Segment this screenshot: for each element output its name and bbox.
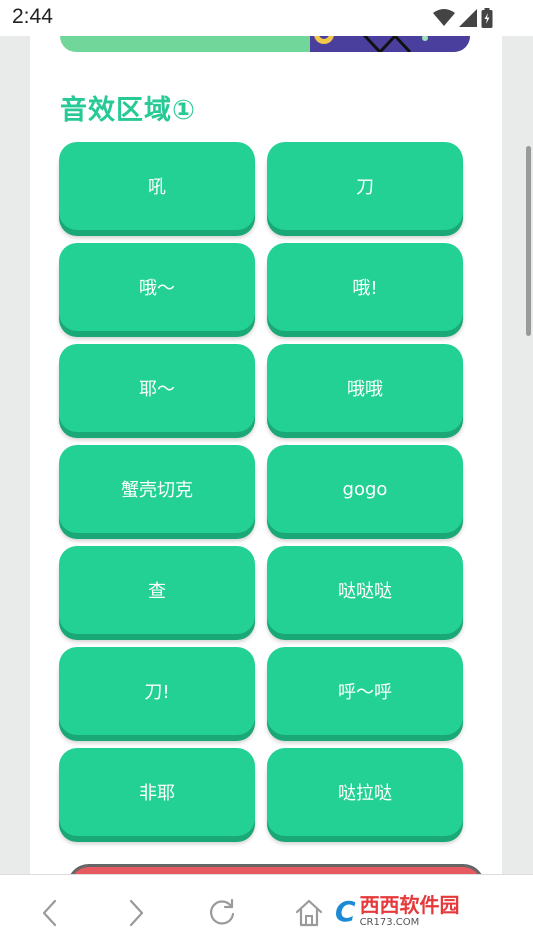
sound-button-label: gogo (342, 478, 388, 500)
sound-button-label: 刀 (356, 177, 374, 198)
banner-illustration (310, 36, 470, 52)
sound-button-label: 哦哦 (347, 379, 383, 400)
sound-button[interactable]: 查 (59, 546, 255, 634)
sound-button-label: 蟹壳切克 (121, 480, 193, 501)
sound-button-label: 哒哒哒 (338, 581, 392, 602)
sound-button-label: 耶～ (139, 379, 175, 400)
reload-button[interactable] (204, 895, 240, 931)
scrollbar-thumb[interactable] (526, 146, 531, 336)
watermark-logo-mark: C (335, 894, 356, 928)
back-icon (42, 899, 57, 927)
sound-button[interactable]: gogo (267, 445, 463, 533)
sound-button-label: 刀! (144, 682, 170, 703)
sound-button[interactable]: 哦! (267, 243, 463, 331)
sound-button[interactable]: 哦～ (59, 243, 255, 331)
sound-button[interactable]: 呼～呼 (267, 647, 463, 735)
sound-button[interactable]: 吼 (59, 142, 255, 230)
page-content: 音效区域① 吼 刀 哦～ 哦! 耶～ 哦哦 蟹壳切克 gogo 查 哒哒哒 刀!… (30, 36, 502, 874)
sound-button[interactable]: 非耶 (59, 748, 255, 836)
sound-button[interactable]: 蟹壳切克 (59, 445, 255, 533)
status-icons (433, 8, 493, 28)
sound-button[interactable]: 刀 (267, 142, 463, 230)
battery-icon (481, 8, 493, 28)
home-button[interactable] (291, 895, 327, 931)
sound-button-label: 呼～呼 (338, 682, 392, 703)
sound-button[interactable]: 哒拉哒 (267, 748, 463, 836)
watermark-text: 西西软件园 CR173.COM (360, 895, 460, 928)
top-banner-image (60, 36, 470, 52)
section-title: 音效区域① (60, 95, 196, 126)
forward-button[interactable] (118, 895, 154, 931)
status-time: 2:44 (12, 5, 53, 28)
sound-button-label: 吼 (148, 177, 166, 198)
browser-nav-bar: C 西西软件园 CR173.COM (0, 874, 533, 948)
scrollbar[interactable] (525, 36, 533, 874)
wifi-icon (433, 9, 455, 26)
home-icon (295, 899, 323, 927)
watermark-logo: C 西西软件园 CR173.COM (335, 885, 515, 937)
sound-button[interactable]: 刀! (59, 647, 255, 735)
sound-button-label: 哦～ (139, 278, 175, 299)
sound-button[interactable]: 哦哦 (267, 344, 463, 432)
sound-button-label: 哒拉哒 (338, 783, 392, 804)
back-button[interactable] (32, 895, 68, 931)
next-section-header (67, 864, 485, 874)
sound-button-label: 非耶 (139, 783, 175, 804)
signal-icon (459, 9, 477, 27)
sound-button[interactable]: 哒哒哒 (267, 546, 463, 634)
watermark-domain: CR173.COM (359, 916, 420, 928)
forward-icon (129, 899, 144, 927)
sound-button[interactable]: 耶～ (59, 344, 255, 432)
watermark-name: 西西软件园 (359, 892, 460, 917)
sound-button-grid: 吼 刀 哦～ 哦! 耶～ 哦哦 蟹壳切克 gogo 查 哒哒哒 刀! 呼～呼 非… (59, 142, 463, 842)
sound-button-label: 哦! (352, 278, 378, 299)
status-bar: 2:44 (0, 0, 533, 36)
reload-icon (210, 898, 235, 925)
sound-button-label: 查 (148, 581, 166, 602)
